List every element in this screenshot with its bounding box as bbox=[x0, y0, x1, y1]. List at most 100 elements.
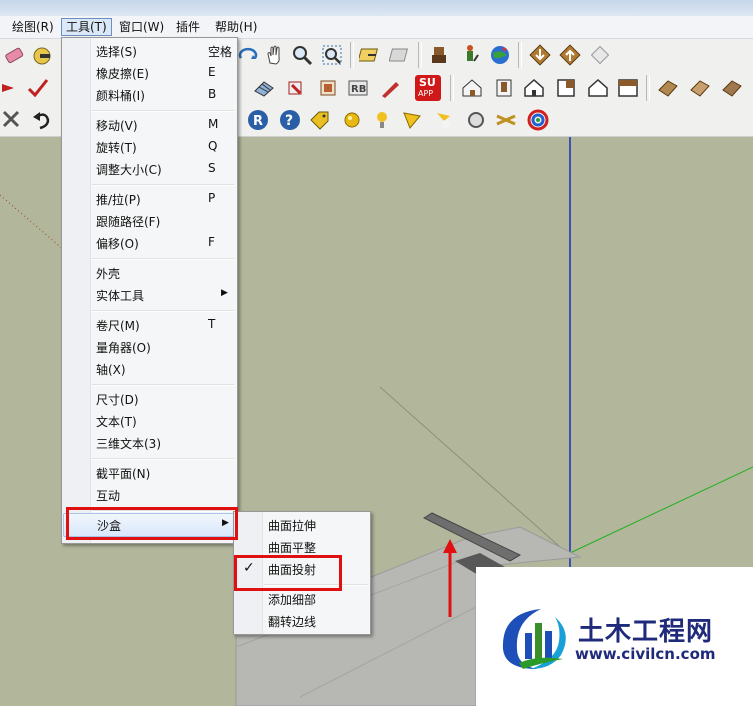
menu-item-label: 偏移(O) bbox=[96, 237, 139, 251]
menu-item-label: 卷尺(M) bbox=[96, 319, 140, 333]
get-models-icon[interactable] bbox=[528, 43, 552, 67]
tape-measure-icon[interactable] bbox=[30, 43, 54, 67]
menu-window[interactable]: 窗口(W) bbox=[115, 19, 168, 35]
menu-item-tape-measure[interactable]: 卷尺(M) T bbox=[63, 314, 236, 336]
menu-item-text[interactable]: 文本(T) bbox=[63, 410, 236, 432]
svg-text:?: ? bbox=[285, 113, 293, 129]
menu-item-eraser[interactable]: 橡皮擦(E) E bbox=[63, 62, 236, 84]
menu-item-label: 三维文本(3) bbox=[96, 437, 161, 451]
menu-item-3d-text[interactable]: 三维文本(3) bbox=[63, 432, 236, 454]
flag-icon[interactable] bbox=[432, 108, 456, 132]
su-app-label: SU bbox=[419, 76, 436, 89]
menu-item-label: 调整大小(C) bbox=[96, 163, 162, 177]
menu-item-follow-me[interactable]: 跟随路径(F) bbox=[63, 210, 236, 232]
toolbar-separator bbox=[646, 75, 650, 101]
next-view-icon[interactable] bbox=[388, 43, 413, 67]
menu-item-shortcut: Q bbox=[208, 139, 218, 153]
menu-item-label: 橡皮擦(E) bbox=[96, 67, 149, 81]
menu-item-outer-shell[interactable]: 外壳 bbox=[63, 262, 236, 284]
menu-separator bbox=[92, 310, 234, 312]
back-view-icon[interactable] bbox=[586, 76, 610, 100]
submenu-item-flip-edge[interactable]: 翻转边线 bbox=[235, 610, 369, 632]
plugin-box-icon[interactable] bbox=[316, 76, 340, 100]
menu-item-interact[interactable]: 互动 bbox=[63, 484, 236, 506]
submenu-item-label: 翻转边线 bbox=[268, 615, 317, 629]
arrow-tool-icon[interactable] bbox=[0, 76, 24, 100]
menu-item-section-plane[interactable]: 截平面(N) bbox=[63, 462, 236, 484]
menu-item-label: 量角器(O) bbox=[96, 341, 151, 355]
zoom-icon[interactable] bbox=[290, 43, 314, 67]
menu-item-scale[interactable]: 调整大小(C) S bbox=[63, 158, 236, 180]
style-monochrome-icon[interactable] bbox=[720, 76, 744, 100]
sandbox-mesh-icon[interactable] bbox=[252, 76, 276, 100]
menu-item-dimensions[interactable]: 尺寸(D) bbox=[63, 388, 236, 410]
menu-item-offset[interactable]: 偏移(O) F bbox=[63, 232, 236, 254]
green-axis bbox=[569, 466, 753, 554]
menu-separator bbox=[92, 384, 234, 386]
front-view-icon[interactable] bbox=[522, 76, 546, 100]
components-icon[interactable] bbox=[428, 43, 452, 67]
left-view-icon[interactable] bbox=[616, 76, 640, 100]
previous-view-icon[interactable] bbox=[357, 43, 383, 67]
toolbar-separator bbox=[518, 42, 522, 68]
style-texture-icon[interactable] bbox=[656, 76, 680, 100]
menu-item-shortcut: F bbox=[208, 235, 215, 249]
sphere-icon[interactable] bbox=[340, 108, 364, 132]
iso-view-icon[interactable] bbox=[460, 76, 484, 100]
menu-separator bbox=[92, 110, 234, 112]
plugin-pen-icon[interactable] bbox=[378, 76, 402, 100]
submenu-item-label: 曲面拉伸 bbox=[268, 519, 317, 533]
r-badge-icon[interactable]: R bbox=[246, 108, 270, 132]
menu-separator bbox=[92, 258, 234, 260]
menu-item-move[interactable]: 移动(V) M bbox=[63, 114, 236, 136]
menu-item-label: 推/拉(P) bbox=[96, 193, 141, 207]
person-figure-icon[interactable] bbox=[458, 43, 482, 67]
pan-hand-icon[interactable] bbox=[262, 43, 286, 67]
eraser-icon[interactable] bbox=[2, 43, 26, 67]
toolbar-separator bbox=[418, 42, 422, 68]
su-app-icon[interactable]: SU APP bbox=[414, 74, 442, 102]
submenu-item-add-detail[interactable]: 添加细部 bbox=[235, 588, 369, 610]
top-view-icon[interactable] bbox=[492, 76, 516, 100]
tag-icon[interactable] bbox=[308, 108, 332, 132]
menu-separator bbox=[92, 184, 234, 186]
orbit-icon[interactable] bbox=[236, 43, 260, 67]
menu-item-axes[interactable]: 轴(X) bbox=[63, 358, 236, 380]
menu-item-paint-bucket[interactable]: 颜料桶(I) B bbox=[63, 84, 236, 106]
menu-item-shortcut: E bbox=[208, 65, 216, 79]
share-model-icon[interactable] bbox=[558, 43, 582, 67]
share-component-icon[interactable] bbox=[588, 43, 612, 67]
menu-item-push-pull[interactable]: 推/拉(P) P bbox=[63, 188, 236, 210]
cross-icon[interactable] bbox=[0, 108, 24, 132]
help-icon[interactable]: ? bbox=[278, 108, 302, 132]
globe-icon[interactable] bbox=[488, 43, 512, 67]
menu-item-shortcut: P bbox=[208, 191, 216, 205]
menu-item-label: 旋转(T) bbox=[96, 141, 137, 155]
plugin-rb-icon[interactable]: RB bbox=[346, 76, 370, 100]
draw-line-icon[interactable] bbox=[26, 76, 50, 100]
menu-tools[interactable]: 工具(T) bbox=[61, 18, 112, 36]
light-bulb-icon[interactable] bbox=[370, 108, 394, 132]
right-view-icon[interactable] bbox=[554, 76, 578, 100]
menu-item-label: 外壳 bbox=[96, 267, 121, 281]
submenu-item-stamp[interactable]: 曲面拉伸 bbox=[235, 514, 369, 536]
menu-draw[interactable]: 绘图(R) bbox=[8, 19, 58, 35]
menu-plugins[interactable]: 插件 bbox=[172, 19, 204, 35]
menu-item-select[interactable]: 选择(S) 空格 bbox=[63, 40, 236, 62]
undo-icon[interactable] bbox=[30, 108, 54, 132]
plugin-red-icon[interactable] bbox=[284, 76, 308, 100]
annotation-sandbox-highlight bbox=[66, 507, 238, 540]
style-shaded-icon[interactable] bbox=[688, 76, 712, 100]
tools-menu: 选择(S) 空格 橡皮擦(E) E 颜料桶(I) B 移动(V) M 旋转(T) Q 调整… bbox=[61, 37, 238, 544]
menu-item-rotate[interactable]: 旋转(T) Q bbox=[63, 136, 236, 158]
zoom-window-icon[interactable] bbox=[320, 43, 344, 67]
menu-item-protractor[interactable]: 量角器(O) bbox=[63, 336, 236, 358]
render-swirl-icon[interactable] bbox=[526, 108, 550, 132]
menu-help[interactable]: 帮助(H) bbox=[211, 19, 261, 35]
menu-item-solid-tools[interactable]: 实体工具 ▶ bbox=[63, 284, 236, 306]
spotlight-icon[interactable] bbox=[400, 108, 424, 132]
menu-item-label: 选择(S) bbox=[96, 45, 137, 59]
cross-lines-icon[interactable] bbox=[494, 108, 518, 132]
ring-light-icon[interactable] bbox=[464, 108, 488, 132]
annotation-drape-highlight bbox=[234, 555, 342, 591]
